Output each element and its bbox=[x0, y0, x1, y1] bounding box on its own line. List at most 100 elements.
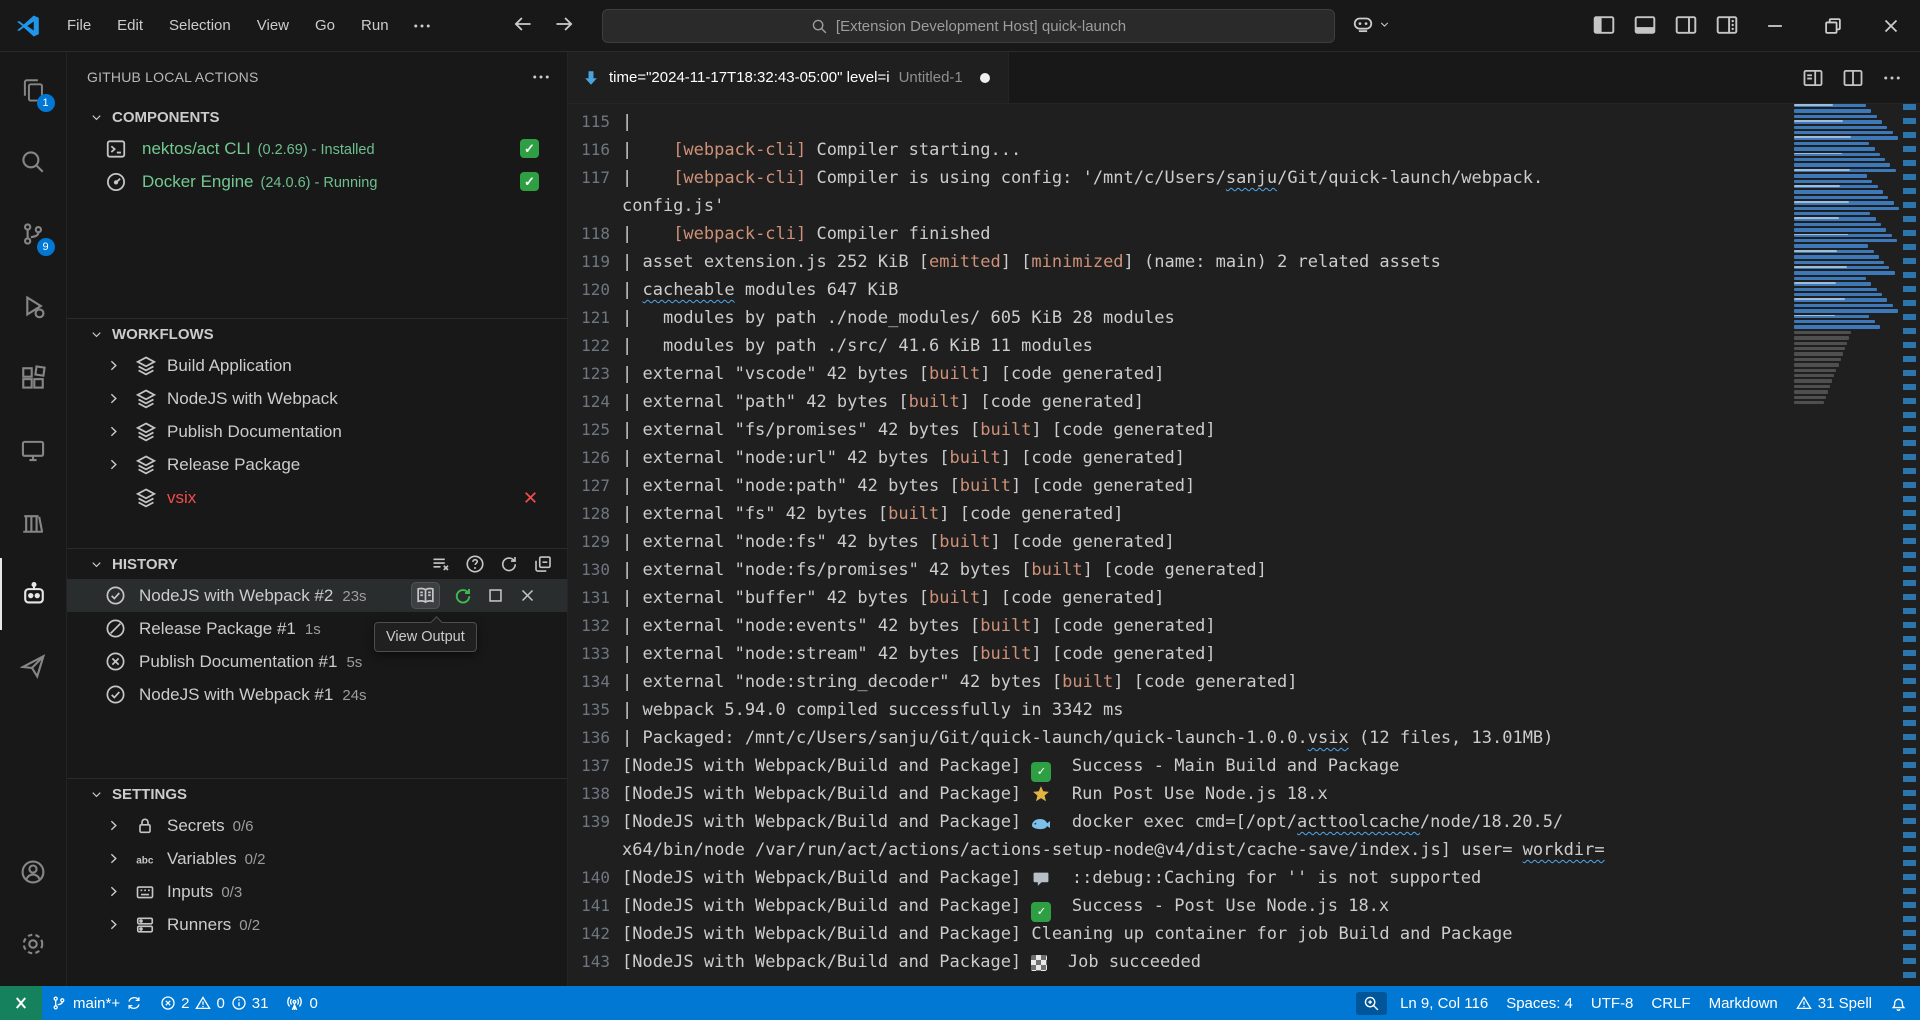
customize-layout-button[interactable] bbox=[1715, 13, 1739, 37]
menu-run[interactable]: Run bbox=[348, 11, 402, 40]
layers-icon bbox=[135, 421, 157, 443]
help-button[interactable] bbox=[465, 554, 485, 574]
code-line: 128| external "fs" 42 bytes [built] [cod… bbox=[568, 500, 1790, 528]
menu-edit[interactable]: Edit bbox=[104, 11, 156, 40]
tab-untitled-1[interactable]: time="2024-11-17T18:32:43-05:00" level=i… bbox=[568, 52, 1009, 103]
history-row[interactable]: Publish Documentation #15s bbox=[67, 645, 567, 678]
history-row[interactable]: NodeJS with Webpack #124s bbox=[67, 678, 567, 711]
ports-status[interactable]: 0 bbox=[277, 986, 326, 1020]
error-x-icon[interactable] bbox=[522, 489, 539, 506]
problems-status[interactable]: 2 0 31 bbox=[151, 986, 277, 1020]
activity-remote-explorer[interactable] bbox=[0, 414, 67, 486]
stop-icon bbox=[486, 586, 505, 605]
stop-button[interactable] bbox=[486, 586, 505, 605]
chevron-right-icon bbox=[105, 357, 122, 374]
activity-library[interactable] bbox=[0, 486, 67, 558]
workflow-row[interactable]: NodeJS with Webpack bbox=[67, 382, 567, 415]
close-button[interactable] bbox=[1862, 0, 1920, 51]
menu-more-button[interactable] bbox=[402, 10, 442, 42]
whale-emoji bbox=[1031, 814, 1051, 834]
activity-github-local-actions[interactable] bbox=[0, 558, 67, 630]
toggle-panel-button[interactable] bbox=[1633, 13, 1657, 37]
remote-indicator[interactable] bbox=[0, 986, 42, 1020]
sidebar-more-button[interactable] bbox=[531, 67, 551, 87]
section-header-settings[interactable]: SETTINGS bbox=[67, 779, 567, 809]
refresh-history-button[interactable] bbox=[499, 554, 519, 574]
back-button[interactable] bbox=[512, 13, 534, 35]
copilot-icon bbox=[1352, 13, 1374, 35]
tab-description: Untitled-1 bbox=[899, 69, 963, 86]
dirty-indicator[interactable] bbox=[980, 73, 990, 83]
clear-history-button[interactable] bbox=[431, 554, 451, 574]
editor-more-actions-button[interactable] bbox=[1882, 68, 1902, 88]
component-row[interactable]: nektos/act CLI(0.2.69) - Installed ✓ bbox=[67, 132, 567, 165]
chevron-down-icon bbox=[89, 110, 104, 125]
chevron-down-icon bbox=[89, 557, 104, 572]
settings-row-secrets[interactable]: Secrets0/6 bbox=[67, 809, 567, 842]
workflow-row[interactable]: vsix bbox=[67, 481, 567, 514]
rerun-button[interactable] bbox=[453, 586, 473, 606]
remove-run-button[interactable] bbox=[518, 586, 537, 605]
more-icon bbox=[412, 16, 432, 36]
code-line: 141[NodeJS with Webpack/Build and Packag… bbox=[568, 892, 1790, 920]
settings-row-variables[interactable]: abc Variables0/2 bbox=[67, 842, 567, 875]
line-number: 138 bbox=[568, 780, 610, 808]
section-header-workflows[interactable]: WORKFLOWS bbox=[67, 319, 567, 349]
split-editor-button[interactable] bbox=[1842, 67, 1864, 89]
settings-row-runners[interactable]: Runners0/2 bbox=[67, 908, 567, 941]
workflow-row[interactable]: Publish Documentation bbox=[67, 415, 567, 448]
activity-extensions[interactable] bbox=[0, 342, 67, 414]
encoding-status[interactable]: UTF-8 bbox=[1582, 986, 1643, 1020]
menu-go[interactable]: Go bbox=[302, 11, 348, 40]
toggle-sidebar-button[interactable] bbox=[1592, 13, 1616, 37]
zoom-status[interactable] bbox=[1356, 992, 1387, 1015]
activity-explorer[interactable]: 1 bbox=[0, 54, 67, 126]
overview-ruler[interactable] bbox=[1900, 104, 1920, 986]
spell-status[interactable]: 31 Spell bbox=[1787, 986, 1881, 1020]
gauge-icon bbox=[105, 171, 127, 193]
more-icon bbox=[1882, 68, 1902, 88]
section-header-history[interactable]: HISTORY bbox=[67, 549, 567, 579]
activity-source-control[interactable]: 9 bbox=[0, 198, 67, 270]
toggle-secondary-sidebar-button[interactable] bbox=[1674, 13, 1698, 37]
workflow-row[interactable]: Release Package bbox=[67, 448, 567, 481]
arrow-right-icon bbox=[553, 13, 575, 35]
activity-github-actions[interactable] bbox=[0, 630, 67, 702]
activity-manage[interactable] bbox=[0, 908, 67, 980]
code-line: 129| external "node:fs" 42 bytes [built]… bbox=[568, 528, 1790, 556]
language-status[interactable]: Markdown bbox=[1700, 986, 1787, 1020]
activity-run-and-debug[interactable] bbox=[0, 270, 67, 342]
activity-accounts[interactable] bbox=[0, 836, 67, 908]
history-row[interactable]: NodeJS with Webpack #223s bbox=[67, 579, 567, 612]
activity-search[interactable] bbox=[0, 126, 67, 198]
command-center[interactable]: [Extension Development Host] quick-launc… bbox=[602, 9, 1335, 43]
menu-selection[interactable]: Selection bbox=[156, 11, 244, 40]
code-line: 138[NodeJS with Webpack/Build and Packag… bbox=[568, 780, 1790, 808]
indentation-status[interactable]: Spaces: 4 bbox=[1497, 986, 1582, 1020]
menu-view[interactable]: View bbox=[244, 11, 302, 40]
forward-button[interactable] bbox=[553, 13, 575, 35]
open-preview-icon bbox=[1802, 67, 1824, 89]
menu-file[interactable]: File bbox=[54, 11, 104, 40]
code-area[interactable]: 115|116| [webpack-cli] Compiler starting… bbox=[568, 108, 1790, 976]
component-row[interactable]: Docker Engine(24.0.6) - Running ✓ bbox=[67, 165, 567, 198]
history-row[interactable]: Release Package #11s bbox=[67, 612, 567, 645]
restore-icon bbox=[1822, 15, 1844, 37]
copilot-button[interactable] bbox=[1352, 13, 1391, 35]
workflow-row[interactable]: Build Application bbox=[67, 349, 567, 382]
collapse-all-button[interactable] bbox=[533, 554, 553, 574]
cursor-position-status[interactable]: Ln 9, Col 116 bbox=[1391, 986, 1497, 1020]
settings-row-inputs[interactable]: Inputs0/3 bbox=[67, 875, 567, 908]
code-line: 137[NodeJS with Webpack/Build and Packag… bbox=[568, 752, 1790, 780]
notifications-bell[interactable] bbox=[1881, 986, 1920, 1020]
eol-status[interactable]: CRLF bbox=[1642, 986, 1699, 1020]
minimize-button[interactable] bbox=[1746, 0, 1804, 51]
code-line: 121| modules by path ./node_modules/ 605… bbox=[568, 304, 1790, 332]
section-header-components[interactable]: COMPONENTS bbox=[67, 102, 567, 132]
chevron-right-icon bbox=[105, 423, 122, 440]
restore-button[interactable] bbox=[1804, 0, 1862, 51]
branch-status[interactable]: main*+ bbox=[42, 986, 151, 1020]
minimap[interactable] bbox=[1792, 104, 1898, 986]
open-preview-button[interactable] bbox=[1802, 67, 1824, 89]
view-output-button[interactable] bbox=[411, 582, 440, 609]
